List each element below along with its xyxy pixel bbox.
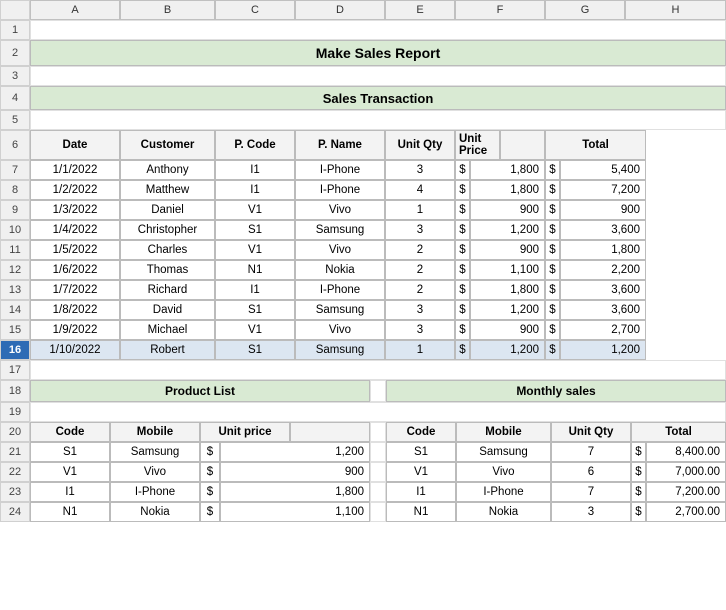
spreadsheet: A B C D E F G H 1 2 Make Sales Report 3 … [0,0,726,522]
col-C: C [215,0,295,20]
row-num-13: 13 [0,280,30,300]
row-23: 23 I1 I-Phone $ 1,800 I1 I-Phone 7 $ 7,2… [0,482,726,502]
row-24: 24 N1 Nokia $ 1,100 N1 Nokia 3 $ 2,700.0… [0,502,726,522]
row-num-22: 22 [0,462,30,482]
row-num-24: 24 [0,502,30,522]
col-F: F [455,0,545,20]
row-num-14: 14 [0,300,30,320]
row-20: 20 Code Mobile Unit price Code Mobile Un… [0,422,726,442]
row-num-12: 12 [0,260,30,280]
row-18: 18 Product List Monthly sales [0,380,726,402]
row-num-21: 21 [0,442,30,462]
row-16: 16 1/10/2022 Robert S1 Samsung 1 $ 1,200… [0,340,726,360]
header-pname: P. Name [295,130,385,160]
ms-qty-header: Unit Qty [551,422,631,442]
row-21: 21 S1 Samsung $ 1,200 S1 Samsung 7 $ 8,4… [0,442,726,462]
row-6: 6 Date Customer P. Code P. Name Unit Qty… [0,130,726,160]
pl-code-header: Code [30,422,110,442]
col-headers: A B C D E F G H [30,0,726,20]
row-num-4: 4 [0,86,30,110]
row-19: 19 [0,402,726,422]
row-num-3: 3 [0,66,30,86]
row-14: 14 1/8/2022 David S1 Samsung 3 $ 1,200 $… [0,300,726,320]
main-title: Make Sales Report [30,40,726,66]
header-customer: Customer [120,130,215,160]
row-17: 17 [0,360,726,380]
col-D: D [295,0,385,20]
row-num-2: 2 [0,40,30,66]
header-pcode: P. Code [215,130,295,160]
row-22: 22 V1 Vivo $ 900 V1 Vivo 6 $ 7,000.00 [0,462,726,482]
corner-cell [0,0,30,20]
ms-mobile-header: Mobile [456,422,551,442]
row-num-19: 19 [0,402,30,422]
row-num-18: 18 [0,380,30,402]
row-1: 1 [0,20,726,40]
row-num-17: 17 [0,360,30,380]
ms-total-header: Total [631,422,726,442]
row-3: 3 [0,66,726,86]
row-num-6: 6 [0,130,30,160]
row-num-9: 9 [0,200,30,220]
row-11: 11 1/5/2022 Charles V1 Vivo 2 $ 900 $ 1,… [0,240,726,260]
row-num-23: 23 [0,482,30,502]
row-num-20: 20 [0,422,30,442]
row-num-11: 11 [0,240,30,260]
row-9: 9 1/3/2022 Daniel V1 Vivo 1 $ 900 $ 900 [0,200,726,220]
header-total: Total [545,130,646,160]
row-13: 13 1/7/2022 Richard I1 I-Phone 2 $ 1,800… [0,280,726,300]
row-5: 5 [0,110,726,130]
header-unitqty: Unit Qty [385,130,455,160]
ms-code-header: Code [386,422,456,442]
row-15: 15 1/9/2022 Michael V1 Vivo 3 $ 900 $ 2,… [0,320,726,340]
col-header-row: A B C D E F G H [0,0,726,20]
row-7: 7 1/1/2022 Anthony I1 I-Phone 3 $ 1,800 … [0,160,726,180]
row-8: 8 1/2/2022 Matthew I1 I-Phone 4 $ 1,800 … [0,180,726,200]
col-B: B [120,0,215,20]
sub-title: Sales Transaction [30,86,726,110]
col-E: E [385,0,455,20]
header-unitprice-val [500,130,545,160]
col-G: G [545,0,625,20]
row-2: 2 Make Sales Report [0,40,726,66]
row-num-5: 5 [0,110,30,130]
col-A: A [30,0,120,20]
monthly-sales-title: Monthly sales [386,380,726,402]
row-num-16: 16 [0,340,30,360]
row-num-7: 7 [0,160,30,180]
pl-mobile-header: Mobile [110,422,200,442]
header-unitprice: Unit Price [455,130,500,160]
row-12: 12 1/6/2022 Thomas N1 Nokia 2 $ 1,100 $ … [0,260,726,280]
row-num-10: 10 [0,220,30,240]
col-H: H [625,0,726,20]
row-4: 4 Sales Transaction [0,86,726,110]
pl-unitprice-header: Unit price [200,422,290,442]
header-date: Date [30,130,120,160]
row-num-1: 1 [0,20,30,40]
row-num-15: 15 [0,320,30,340]
row-10: 10 1/4/2022 Christopher S1 Samsung 3 $ 1… [0,220,726,240]
pl-price-val-header [290,422,370,442]
row-num-8: 8 [0,180,30,200]
product-list-title: Product List [30,380,370,402]
